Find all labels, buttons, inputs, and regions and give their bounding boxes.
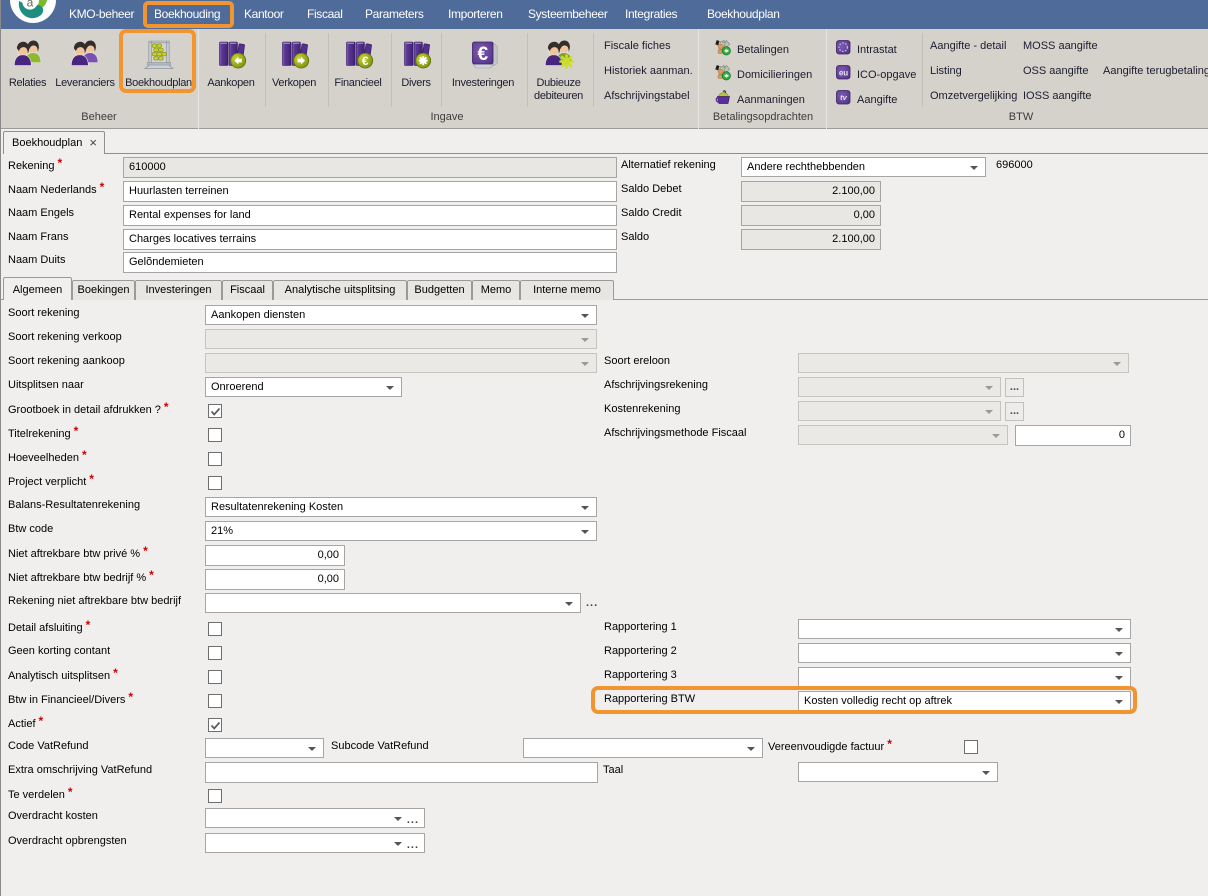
svg-text:a: a — [27, 0, 34, 10]
svg-text:€: € — [478, 44, 489, 65]
svg-text:eu: eu — [839, 69, 848, 78]
svg-text:€: € — [362, 54, 369, 68]
svg-text:tv: tv — [840, 93, 847, 102]
